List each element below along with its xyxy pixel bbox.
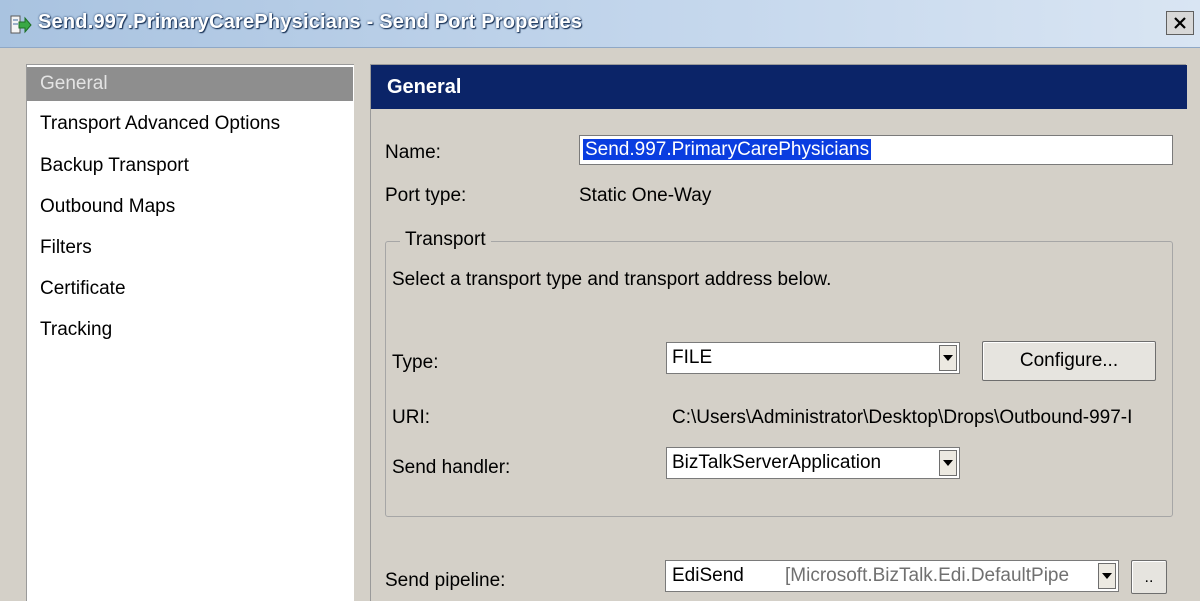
sidebar-item-tracking[interactable]: Tracking bbox=[27, 313, 353, 347]
chevron-down-icon bbox=[1102, 573, 1112, 579]
type-dropdown-button[interactable] bbox=[939, 345, 957, 371]
send-port-icon bbox=[10, 14, 32, 36]
chevron-down-icon bbox=[943, 460, 953, 466]
name-field[interactable]: Send.997.PrimaryCarePhysicians bbox=[579, 135, 1173, 165]
sidebar-item-general[interactable]: General bbox=[27, 67, 353, 101]
sidebar-item-outbound-maps[interactable]: Outbound Maps bbox=[27, 190, 353, 224]
port-type-value: Static One-Way bbox=[579, 185, 712, 206]
send-handler-select[interactable]: BizTalkServerApplication bbox=[666, 447, 960, 479]
transport-instruction: Select a transport type and transport ad… bbox=[392, 269, 832, 290]
name-label: Name: bbox=[385, 142, 441, 163]
dialog-body: General Transport Advanced Options Backu… bbox=[0, 48, 1200, 601]
sidebar-item-backup-transport[interactable]: Backup Transport bbox=[27, 149, 353, 183]
uri-label: URI: bbox=[392, 407, 430, 428]
type-select[interactable]: FILE bbox=[666, 342, 960, 374]
name-field-value: Send.997.PrimaryCarePhysicians bbox=[583, 139, 872, 160]
send-pipeline-label: Send pipeline: bbox=[385, 570, 506, 591]
general-panel: General Name: Send.997.PrimaryCarePhysic… bbox=[370, 64, 1187, 601]
chevron-down-icon bbox=[943, 355, 953, 361]
sidebar-item-certificate[interactable]: Certificate bbox=[27, 272, 353, 306]
close-icon bbox=[1174, 17, 1186, 29]
uri-value: C:\Users\Administrator\Desktop\Drops\Out… bbox=[672, 407, 1133, 428]
send-pipeline-assembly: [Microsoft.BizTalk.Edi.DefaultPipe bbox=[785, 565, 1070, 586]
send-handler-dropdown-button[interactable] bbox=[939, 450, 957, 476]
close-button[interactable] bbox=[1166, 11, 1194, 35]
title-bar[interactable]: Send.997.PrimaryCarePhysicians - Send Po… bbox=[0, 0, 1200, 48]
send-pipeline-name: EdiSend bbox=[672, 565, 744, 586]
configure-button[interactable]: Configure... bbox=[982, 341, 1156, 381]
send-handler-label: Send handler: bbox=[392, 457, 511, 478]
send-pipeline-dropdown-button[interactable] bbox=[1098, 563, 1116, 589]
section-header: General bbox=[371, 65, 1187, 109]
transport-legend: Transport bbox=[400, 229, 491, 251]
sidebar-item-filters[interactable]: Filters bbox=[27, 231, 353, 265]
transport-group: Transport Select a transport type and tr… bbox=[385, 229, 1173, 517]
type-label: Type: bbox=[392, 352, 439, 373]
pipeline-browse-button[interactable]: .. bbox=[1131, 560, 1167, 594]
sidebar-item-transport-advanced-options[interactable]: Transport Advanced Options bbox=[27, 107, 353, 141]
send-handler-value: BizTalkServerApplication bbox=[672, 452, 882, 473]
send-pipeline-select[interactable]: EdiSend [Microsoft.BizTalk.Edi.DefaultPi… bbox=[665, 560, 1119, 592]
type-select-value: FILE bbox=[672, 347, 713, 368]
port-type-label: Port type: bbox=[385, 185, 467, 206]
window-title: Send.997.PrimaryCarePhysicians - Send Po… bbox=[38, 11, 583, 33]
sidebar-nav: General Transport Advanced Options Backu… bbox=[26, 64, 354, 601]
